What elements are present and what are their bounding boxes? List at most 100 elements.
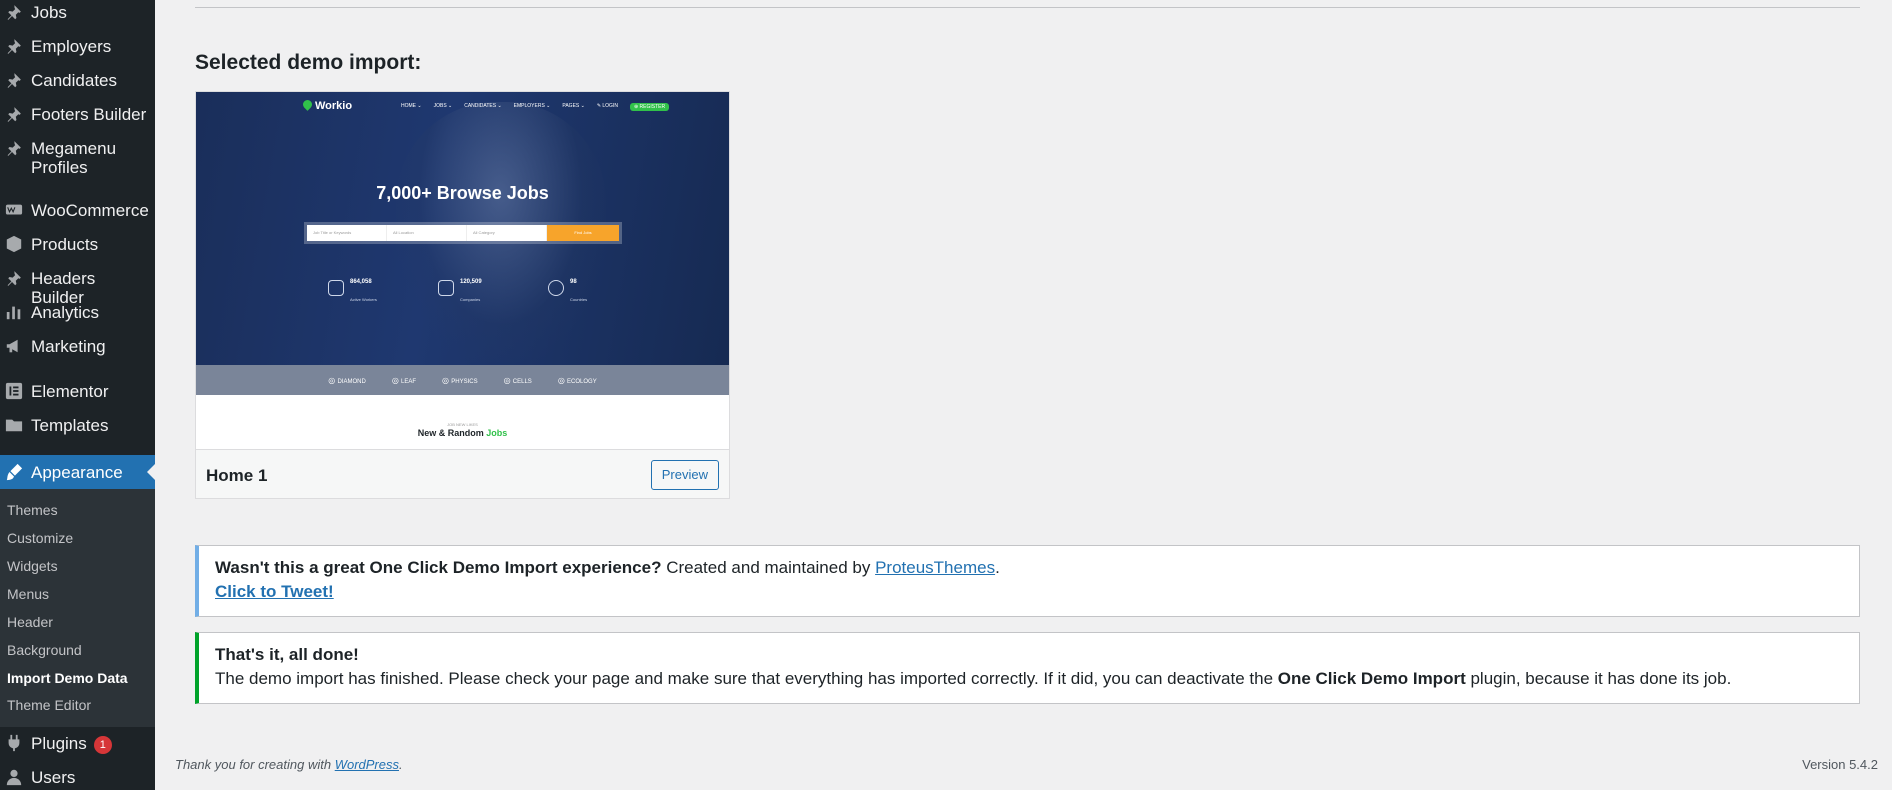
pin-icon <box>5 37 23 55</box>
submenu-item-themes[interactable]: Themes <box>7 502 58 518</box>
divider <box>195 7 1860 8</box>
demo-partner: CELLS <box>504 376 532 385</box>
menu-label: Headers Builder <box>31 269 96 307</box>
menu-label: Footers Builder <box>31 105 147 124</box>
demo-search-field: Job Title or Keywords <box>307 225 387 241</box>
demo-lower-heading-accent: Jobs <box>486 428 508 438</box>
box-icon <box>5 235 23 253</box>
pin-icon <box>5 269 23 287</box>
footer-thanks: Thank you for creating with WordPress. <box>175 757 403 772</box>
submenu-item-import-demo-data[interactable]: Import Demo Data <box>7 670 128 686</box>
demo-stat-caption: Companies <box>460 297 481 302</box>
demo-stat-text: 864,058 Active Workers <box>350 270 377 306</box>
demo-card-footer: Home 1 Preview <box>196 449 729 498</box>
section-title: Selected demo import: <box>195 51 422 74</box>
footer-thanks-prefix: Thank you for creating with <box>175 757 335 772</box>
pin-icon <box>5 139 23 157</box>
update-count-badge: 1 <box>93 735 112 754</box>
menu-item-jobs[interactable]: Jobs <box>0 3 155 23</box>
success-text-after: plugin, because it has done its job. <box>1465 669 1732 688</box>
submenu-item-widgets[interactable]: Widgets <box>7 558 58 574</box>
demo-stat: 98 Countries <box>548 270 587 306</box>
success-notice-body: The demo import has finished. Please che… <box>215 667 1843 691</box>
click-to-tweet-link[interactable]: Click to Tweet! <box>215 582 334 601</box>
demo-nav-item: JOBS ⌄ <box>433 103 453 109</box>
demo-partner: LEAF <box>392 376 416 385</box>
menu-label: Plugins 1 <box>31 734 151 754</box>
menu-item-woocommerce[interactable]: WooCommerce <box>0 201 155 221</box>
worker-icon <box>328 280 344 296</box>
submenu-item-menus[interactable]: Menus <box>7 586 49 602</box>
brush-icon <box>5 463 23 481</box>
tweet-notice-line: Wasn't this a great One Click Demo Impor… <box>215 556 1843 580</box>
demo-partner: DIAMOND <box>328 376 365 385</box>
submenu-item-theme-editor[interactable]: Theme Editor <box>7 697 91 713</box>
demo-stat: 120,509 Companies <box>438 270 482 306</box>
menu-item-marketing[interactable]: Marketing <box>0 337 155 357</box>
wordpress-link[interactable]: WordPress <box>335 757 399 772</box>
demo-search-bar: Job Title or Keywords All Location All C… <box>304 222 622 244</box>
demo-headline: 7,000+ Browse Jobs <box>376 183 549 203</box>
menu-item-footers-builder[interactable]: Footers Builder <box>0 105 155 125</box>
demo-partner: ECOLOGY <box>558 376 597 385</box>
menu-label: Appearance <box>31 463 123 482</box>
demo-screenshot: Workio HOME ⌄ JOBS ⌄ CANDIDATES ⌄ EMPLOY… <box>196 92 729 449</box>
submenu-item-background[interactable]: Background <box>7 642 82 658</box>
woo-icon <box>5 201 23 219</box>
demo-lower-heading-text: New & Random <box>417 428 487 438</box>
success-plugin-name: One Click Demo Import <box>1277 669 1466 688</box>
success-notice-title: That's it, all done! <box>215 643 1843 667</box>
tweet-link-line: Click to Tweet! <box>215 580 1843 604</box>
menu-item-appearance[interactable]: Appearance <box>0 455 155 489</box>
menu-item-elementor[interactable]: Elementor <box>0 382 155 402</box>
menu-item-megamenu-profiles[interactable]: Megamenu Profiles <box>0 139 155 179</box>
tweet-notice: Wasn't this a great One Click Demo Impor… <box>195 545 1860 617</box>
user-icon <box>5 768 23 786</box>
demo-partner: PHYSICS <box>442 376 477 385</box>
menu-item-templates[interactable]: Templates <box>0 416 155 436</box>
pin-icon <box>5 3 23 21</box>
menu-label: Templates <box>31 416 109 435</box>
current-indicator <box>147 464 155 480</box>
admin-sidebar: Jobs Employers Candidates Footers Builde… <box>0 0 155 790</box>
menu-item-users[interactable]: Users <box>0 768 155 788</box>
demo-stat-caption: Active Workers <box>350 297 377 302</box>
menu-label: Elementor <box>31 382 109 401</box>
pin-icon <box>5 71 23 89</box>
menu-item-employers[interactable]: Employers <box>0 37 155 57</box>
menu-label: WooCommerce <box>31 201 149 220</box>
notice-text: Created and maintained by <box>661 558 876 577</box>
location-pin-icon <box>301 98 314 111</box>
demo-name: Home 1 <box>206 466 268 485</box>
demo-stat-number: 120,509 <box>460 279 482 285</box>
demo-partner-band: DIAMOND LEAF PHYSICS CELLS ECOLOGY <box>196 365 729 395</box>
demo-nav-item: PAGES ⌄ <box>562 103 585 109</box>
menu-label: Candidates <box>31 71 118 90</box>
demo-search-field: All Location <box>387 225 467 241</box>
demo-lower-kicker: JOB NEW LIKES <box>447 422 478 427</box>
menu-item-candidates[interactable]: Candidates <box>0 71 155 91</box>
footer-version: Version 5.4.2 <box>1802 757 1878 772</box>
preview-button[interactable]: Preview <box>650 460 719 490</box>
menu-item-analytics[interactable]: Analytics <box>0 303 155 323</box>
plug-icon <box>5 734 23 752</box>
menu-label: Employers <box>31 37 112 56</box>
demo-stat-text: 120,509 Companies <box>460 270 482 306</box>
demo-stat-caption: Countries <box>570 297 588 302</box>
submenu-item-customize[interactable]: Customize <box>7 530 73 546</box>
menu-label: Jobs <box>31 3 67 22</box>
demo-stat-text: 98 Countries <box>570 270 587 306</box>
menu-item-products[interactable]: Products <box>0 235 155 255</box>
megaphone-icon <box>5 337 23 355</box>
demo-search-button: Find Jobs <box>547 225 619 241</box>
notice-period: . <box>995 558 1000 577</box>
demo-search-field: All Category <box>467 225 547 241</box>
globe-icon <box>548 280 564 296</box>
menu-item-plugins[interactable]: Plugins 1 <box>0 734 155 754</box>
submenu-item-header[interactable]: Header <box>7 614 53 630</box>
proteusthemes-link[interactable]: ProteusThemes <box>875 558 995 577</box>
menu-label: Products <box>31 235 99 254</box>
menu-label: Users <box>31 768 76 787</box>
menu-item-headers-builder[interactable]: Headers Builder <box>0 269 155 307</box>
demo-logo: Workio <box>301 98 352 112</box>
